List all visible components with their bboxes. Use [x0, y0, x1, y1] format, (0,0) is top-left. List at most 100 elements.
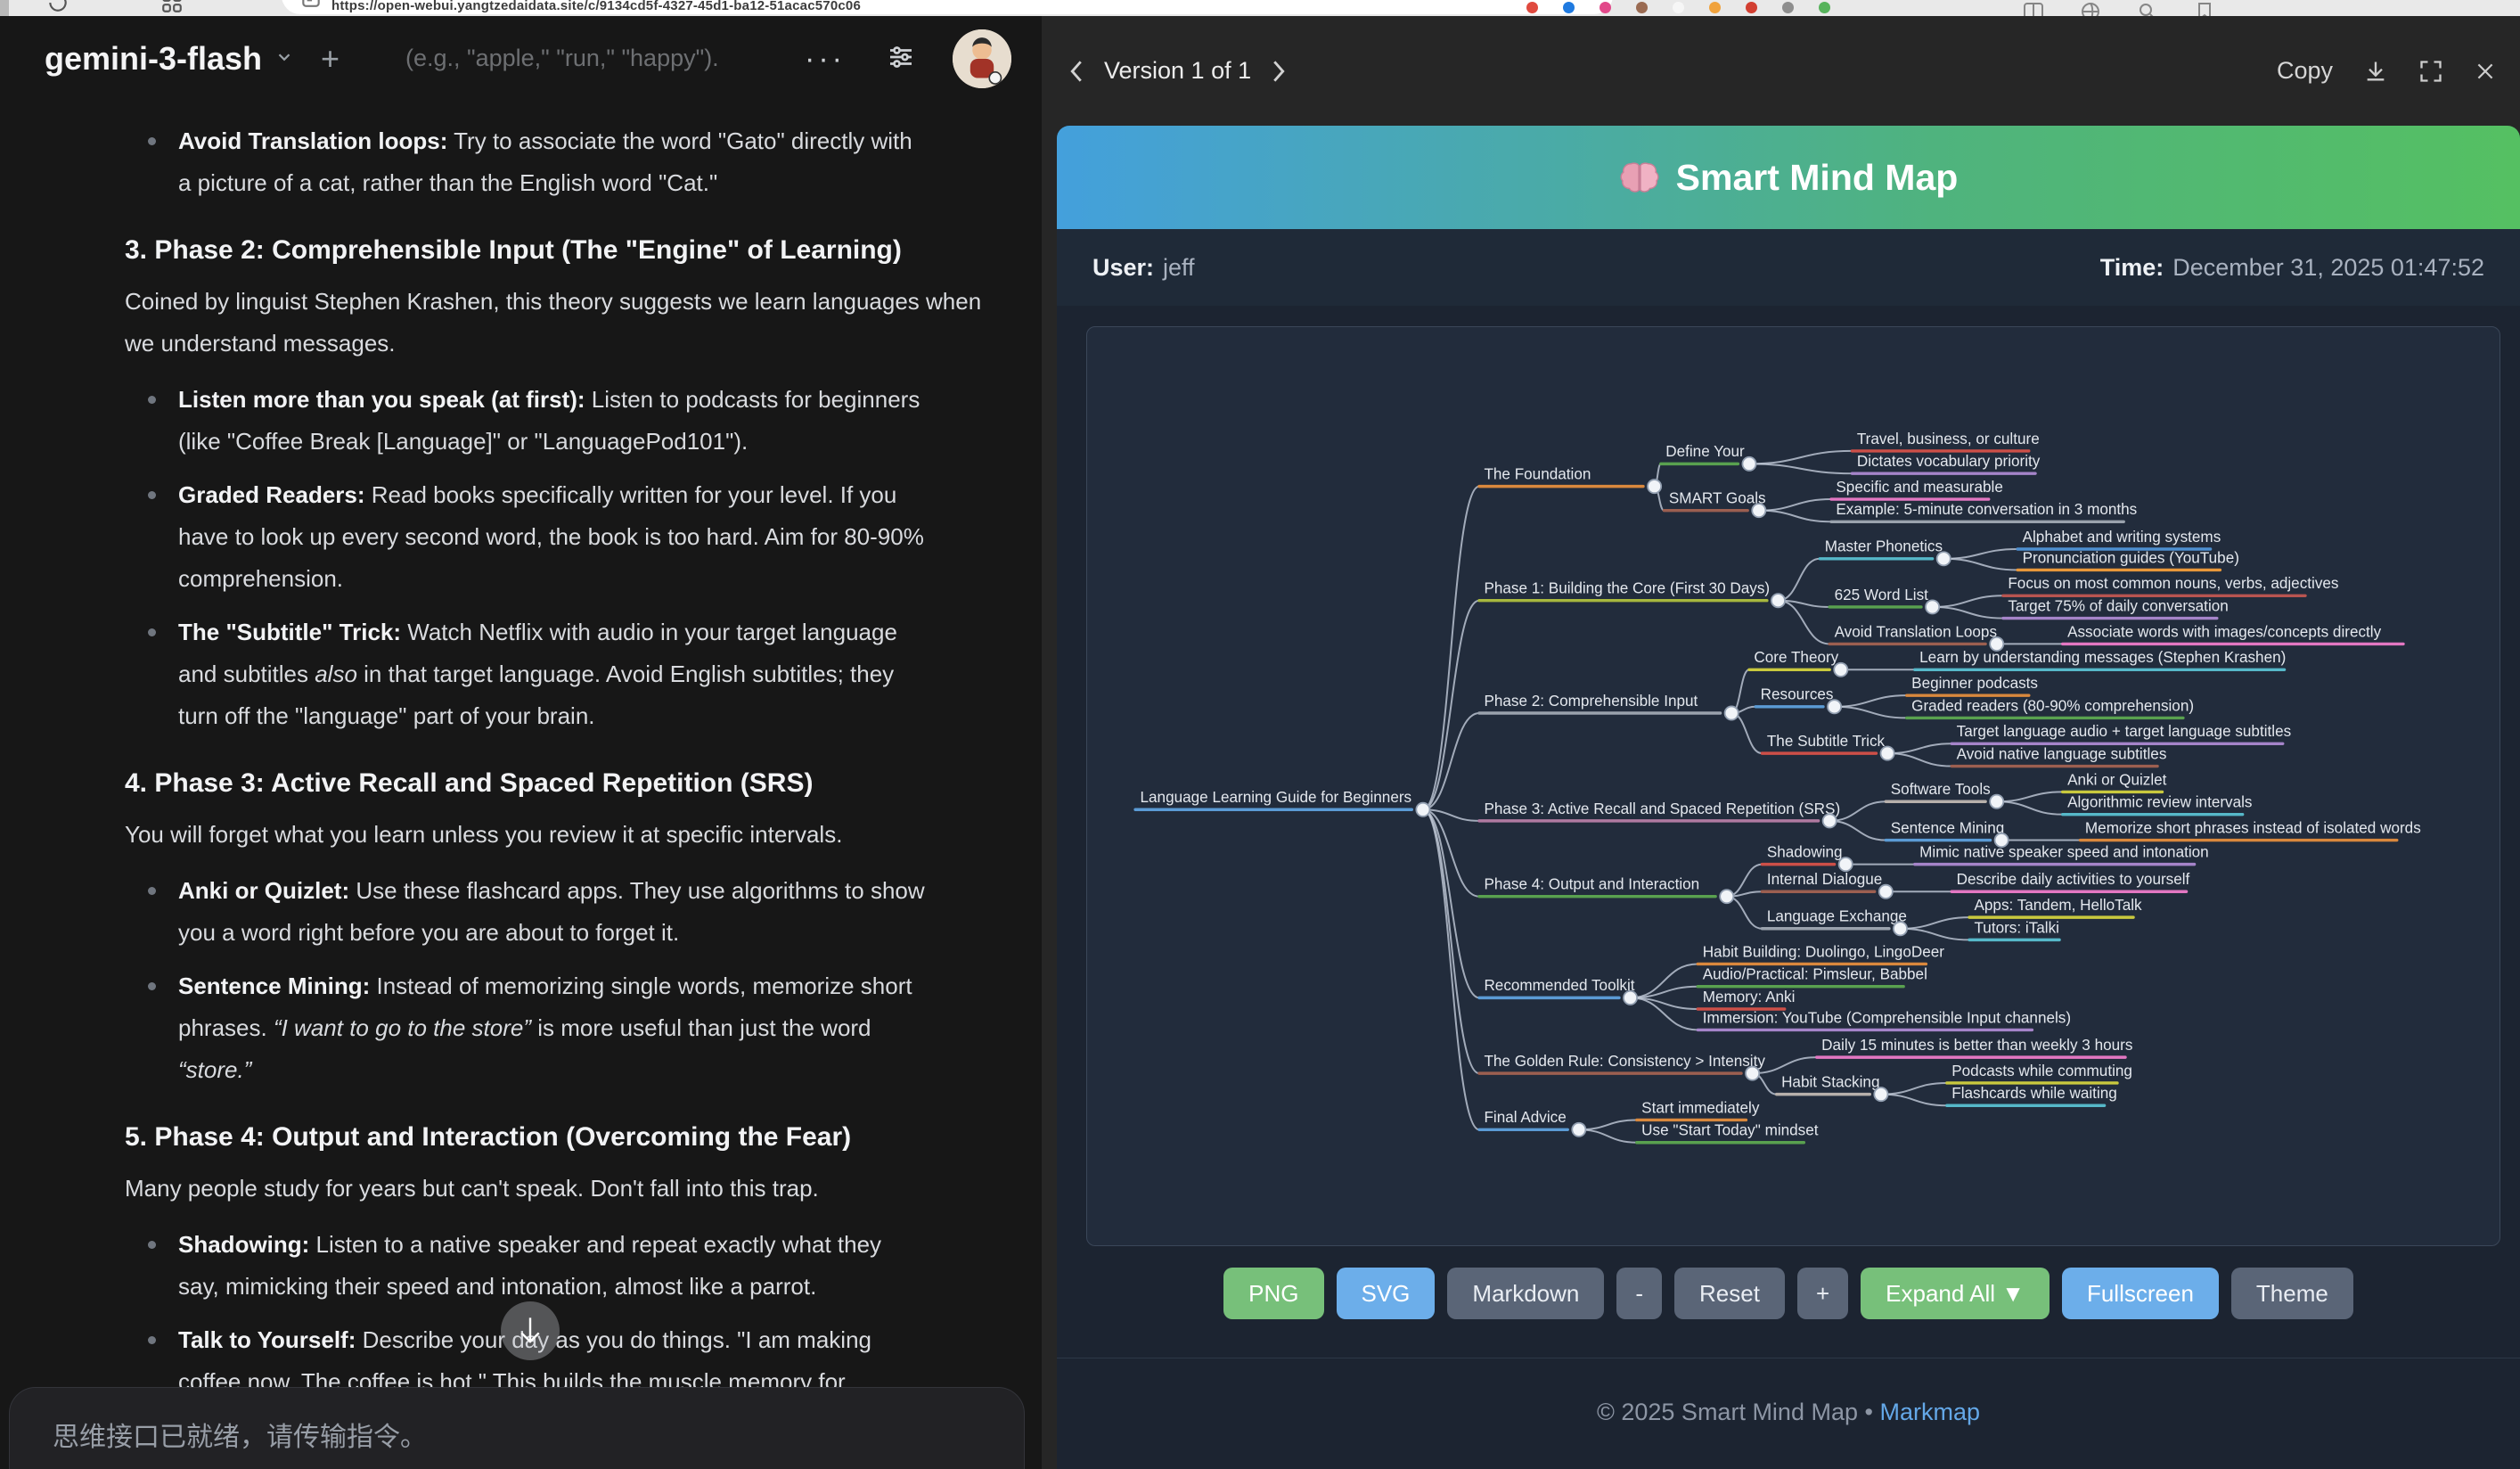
mindmap-node-label[interactable]: Avoid native language subtitles	[1957, 744, 2167, 762]
mindmap-node-label[interactable]: Target language audio + target language …	[1957, 722, 2292, 740]
mindmap-node-toggle[interactable]	[1894, 922, 1907, 935]
mindmap-node-label[interactable]: The Golden Rule: Consistency > Intensity	[1484, 1052, 1765, 1070]
download-icon[interactable]	[2363, 59, 2388, 84]
mindmap-node-label[interactable]: Learn by understanding messages (Stephen…	[1919, 648, 2286, 666]
mindmap-node-label[interactable]: Core Theory	[1754, 648, 1838, 666]
mindmap-node-toggle[interactable]	[1823, 814, 1837, 827]
mindmap-node-label[interactable]: Apps: Tandem, HelloTalk	[1974, 896, 2142, 914]
mindmap-node-label[interactable]: Tutors: iTalki	[1974, 918, 2058, 936]
mindmap-node-label[interactable]: Specific and measurable	[1836, 478, 2002, 496]
mindmap-node-toggle[interactable]	[1624, 991, 1637, 1005]
mindmap-node-label[interactable]: 625 Word List	[1835, 586, 1929, 603]
mindmap-node-toggle[interactable]	[1990, 795, 2003, 808]
mindmap-node-label[interactable]: Resources	[1761, 685, 1834, 703]
mindmap-node-label[interactable]: Target 75% of daily conversation	[2008, 596, 2228, 614]
reload-icon[interactable]	[46, 0, 70, 16]
mindmap-node-label[interactable]: Immersion: YouTube (Comprehensible Input…	[1703, 1008, 2071, 1026]
extension-icon[interactable]	[1819, 2, 1830, 13]
translate-icon[interactable]	[2080, 1, 2101, 16]
extension-icon[interactable]	[1636, 2, 1648, 13]
mindmap-node-toggle[interactable]	[1881, 747, 1894, 760]
search-icon[interactable]	[2137, 1, 2158, 16]
mindmap-node-label[interactable]: Internal Dialogue	[1767, 870, 1882, 888]
markmap-link[interactable]: Markmap	[1879, 1399, 1980, 1425]
svg-button[interactable]: SVG	[1337, 1268, 1436, 1319]
zoom-out-button[interactable]: -	[1616, 1268, 1662, 1319]
mindmap-node-label[interactable]: Pronunciation guides (YouTube)	[2023, 548, 2239, 566]
mindmap-node-label[interactable]: Final Advice	[1484, 1108, 1566, 1126]
tab-groups-icon[interactable]	[160, 0, 184, 16]
mindmap-node-toggle[interactable]	[1572, 1123, 1585, 1137]
mindmap-node-label[interactable]: The Foundation	[1484, 464, 1591, 482]
mindmap-node-label[interactable]: Memory: Anki	[1703, 988, 1796, 1005]
mindmap-node-label[interactable]: SMART Goals	[1669, 489, 1766, 507]
mindmap-node-toggle[interactable]	[1720, 890, 1733, 903]
mindmap-node-label[interactable]: Graded readers (80-90% comprehension)	[1911, 696, 2194, 714]
mindmap-node-label[interactable]: Sentence Mining	[1891, 818, 2005, 836]
mindmap-node-label[interactable]: Audio/Practical: Pimsleur, Babbel	[1703, 965, 1927, 983]
mindmap-node-label[interactable]: Master Phonetics	[1825, 538, 1943, 555]
zoom-in-button[interactable]: +	[1797, 1268, 1848, 1319]
mindmap-node-label[interactable]: Alphabet and writing systems	[2023, 528, 2221, 546]
chat-input[interactable]: 思维接口已就绪，请传输指令。	[9, 1387, 1025, 1469]
mindmap-node-toggle[interactable]	[1648, 480, 1661, 493]
mindmap-node-toggle[interactable]	[1834, 663, 1847, 677]
extension-icon[interactable]	[1673, 2, 1684, 13]
mindmap-node-label[interactable]: Beginner podcasts	[1911, 674, 2038, 692]
expand-all-button[interactable]: Expand All ▼	[1861, 1268, 2050, 1319]
mindmap-node-label[interactable]: Habit Stacking	[1781, 1072, 1879, 1090]
mindmap-node-label[interactable]: Start immediately	[1641, 1098, 1760, 1116]
mindmap-node-label[interactable]: Daily 15 minutes is better than weekly 3…	[1821, 1036, 2132, 1054]
extension-icon[interactable]	[1709, 2, 1721, 13]
mindmap-node-toggle[interactable]	[1725, 706, 1739, 719]
copy-button[interactable]: Copy	[2277, 57, 2333, 85]
fullscreen-icon[interactable]	[2418, 59, 2443, 84]
mindmap-node-label[interactable]: Example: 5-minute conversation in 3 mont…	[1836, 500, 2137, 518]
mindmap-node-toggle[interactable]	[1937, 552, 1951, 565]
mindmap-node-label[interactable]: Focus on most common nouns, verbs, adjec…	[2008, 574, 2338, 592]
chevron-down-icon[interactable]	[274, 47, 294, 71]
mindmap-node-label[interactable]: Algorithmic review intervals	[2067, 793, 2252, 811]
mindmap-node-toggle[interactable]	[1752, 504, 1765, 517]
mindmap-node-label[interactable]: Describe daily activities to yourself	[1957, 870, 2190, 888]
reset-button[interactable]: Reset	[1674, 1268, 1785, 1319]
mindmap-node-label[interactable]: Phase 3: Active Recall and Spaced Repeti…	[1484, 800, 1840, 817]
extension-icon[interactable]	[1746, 2, 1757, 13]
address-bar[interactable]: https://open-webui.yangtzedaidata.site/c…	[282, 0, 1613, 14]
mindmap-node-label[interactable]: Phase 1: Building the Core (First 30 Day…	[1484, 579, 1770, 597]
model-selector[interactable]: gemini-3-flash	[45, 40, 262, 78]
extension-icon[interactable]	[1782, 2, 1794, 13]
controls-icon[interactable]	[885, 41, 917, 78]
mindmap-node-label[interactable]: Define Your	[1665, 442, 1745, 460]
mindmap-node-label[interactable]: Shadowing	[1767, 842, 1843, 860]
scroll-to-bottom-button[interactable]	[501, 1301, 560, 1360]
mindmap-node-label[interactable]: Travel, business, or culture	[1857, 430, 2040, 447]
mindmap-node-label[interactable]: Language Learning Guide for Beginners	[1141, 788, 1412, 806]
theme-button[interactable]: Theme	[2231, 1268, 2353, 1319]
mindmap-node-label[interactable]: Dictates vocabulary priority	[1857, 452, 2041, 470]
more-options-icon[interactable]: ···	[805, 42, 846, 77]
mindmap-node-toggle[interactable]	[1771, 594, 1785, 607]
chevron-right-icon[interactable]	[1269, 60, 1289, 83]
mindmap-node-label[interactable]: Recommended Toolkit	[1484, 976, 1634, 994]
split-view-icon[interactable]	[2023, 1, 2044, 16]
mindmap-canvas[interactable]: Language Learning Guide for Beginners The…	[1086, 326, 2500, 1246]
mindmap-node-toggle[interactable]	[1879, 885, 1893, 899]
mindmap-node-label[interactable]: Anki or Quizlet	[2067, 770, 2167, 788]
site-info-icon[interactable]	[301, 0, 321, 12]
fullscreen-button[interactable]: Fullscreen	[2062, 1268, 2219, 1319]
markdown-button[interactable]: Markdown	[1447, 1268, 1604, 1319]
url-text[interactable]: https://open-webui.yangtzedaidata.site/c…	[331, 0, 861, 13]
mindmap-node-toggle[interactable]	[1874, 1087, 1887, 1101]
extension-icon[interactable]	[1563, 2, 1575, 13]
mindmap-node-label[interactable]: Phase 4: Output and Interaction	[1484, 875, 1699, 893]
mindmap-node-toggle[interactable]	[1742, 457, 1755, 471]
mindmap-node-toggle[interactable]	[1746, 1067, 1759, 1080]
mindmap-node-label[interactable]: The Subtitle Trick	[1767, 732, 1886, 750]
mindmap-node-label[interactable]: Phase 2: Comprehensible Input	[1484, 692, 1698, 710]
extension-icon[interactable]	[1600, 2, 1611, 13]
mindmap-node-label[interactable]: Podcasts while commuting	[1951, 1062, 2132, 1079]
mindmap-node-toggle[interactable]	[1926, 600, 1939, 613]
chevron-left-icon[interactable]	[1067, 60, 1086, 83]
mindmap-node-label[interactable]: Associate words with images/concepts dir…	[2067, 622, 2382, 640]
